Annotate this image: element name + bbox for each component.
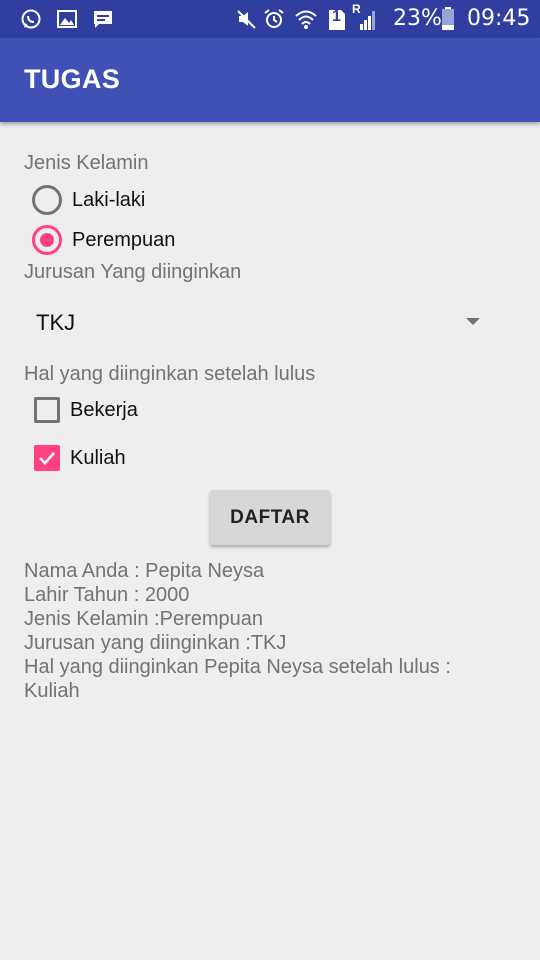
result-line: Kuliah	[24, 680, 80, 702]
sim-number: 1	[332, 8, 341, 25]
daftar-button[interactable]: DAFTAR	[210, 490, 330, 545]
checkbox-checked[interactable]	[34, 445, 60, 471]
checkmark-icon	[39, 452, 55, 465]
checkbox-kuliah[interactable]: Kuliah	[32, 442, 126, 474]
checkbox-unchecked[interactable]	[34, 397, 60, 423]
mute-icon	[236, 8, 258, 35]
major-spinner[interactable]: TKJ	[24, 296, 496, 348]
radio-button-unchecked[interactable]	[32, 185, 62, 215]
battery-icon	[440, 7, 456, 36]
gallery-icon	[56, 8, 78, 35]
radio-perempuan[interactable]: Perempuan	[32, 224, 175, 256]
major-label: Jurusan Yang diinginkan	[24, 261, 242, 283]
radio-label: Laki-laki	[72, 188, 146, 211]
radio-label: Perempuan	[72, 228, 176, 251]
dropdown-arrow-icon	[466, 318, 480, 325]
checkbox-label: Kuliah	[70, 446, 126, 469]
messages-icon	[92, 8, 114, 35]
radio-button-checked[interactable]	[32, 225, 62, 255]
after-graduation-label: Hal yang diinginkan setelah lulus	[24, 363, 316, 385]
result-line: Nama Anda : Pepita Neysa	[24, 560, 265, 582]
signal-icon	[352, 8, 378, 37]
radio-laki-laki[interactable]: Laki-laki	[32, 184, 145, 216]
result-line: Jurusan yang diinginkan :TKJ	[24, 632, 287, 654]
checkbox-bekerja[interactable]: Bekerja	[32, 394, 138, 426]
whatsapp-icon	[20, 8, 42, 35]
battery-percent: 23%	[393, 6, 442, 31]
result-line: Jenis Kelamin :Perempuan	[24, 608, 264, 630]
status-bar: 1 R 23% 09:45	[0, 0, 540, 38]
result-line: Lahir Tahun : 2000	[24, 584, 190, 606]
alarm-icon	[263, 8, 285, 35]
major-selected-value: TKJ	[36, 310, 76, 335]
clock: 09:45	[467, 6, 531, 31]
result-text: Nama Anda : Pepita Neysa Lahir Tahun : 2…	[24, 559, 514, 703]
app-bar: TUGAS	[0, 38, 540, 122]
wifi-icon	[294, 8, 318, 35]
result-line: Hal yang diinginkan Pepita Neysa setelah…	[24, 656, 451, 678]
app-title: TUGAS	[24, 64, 120, 94]
checkbox-label: Bekerja	[70, 398, 138, 421]
gender-label: Jenis Kelamin	[24, 152, 149, 174]
